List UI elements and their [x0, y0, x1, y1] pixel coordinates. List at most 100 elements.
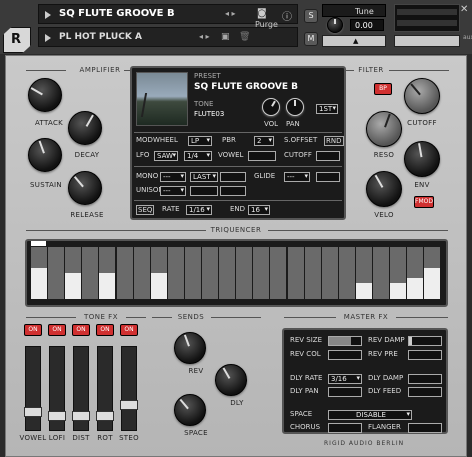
delete-icon[interactable]: 🗑	[239, 32, 250, 42]
tonefx-on-button[interactable]: ON	[72, 324, 90, 336]
tonefx-fader[interactable]	[96, 346, 114, 431]
glide-select[interactable]: ---	[284, 172, 310, 182]
chorus-field[interactable]	[328, 423, 362, 433]
tune-panel[interactable]: Tune	[322, 4, 386, 17]
fader-handle[interactable]	[48, 410, 66, 421]
mono-select[interactable]: ---	[160, 172, 186, 182]
tonefx-fader[interactable]	[120, 346, 138, 431]
env-knob[interactable]	[404, 141, 440, 177]
fader-handle[interactable]	[120, 399, 138, 410]
fmod-button[interactable]: FMOD	[414, 196, 434, 208]
trig-step[interactable]	[355, 247, 372, 299]
rev-damp-field[interactable]	[408, 336, 442, 346]
glide-field[interactable]	[316, 172, 340, 182]
close-icon[interactable]: ✕	[460, 4, 468, 15]
mute-button[interactable]: M	[304, 32, 318, 46]
unison-field-2[interactable]	[220, 186, 246, 196]
pan-knob[interactable]	[286, 98, 304, 116]
fader-handle[interactable]	[24, 407, 42, 417]
trig-step[interactable]	[31, 247, 48, 299]
unison-select[interactable]: ---	[160, 186, 186, 196]
release-knob[interactable]	[68, 171, 102, 205]
last-select[interactable]: LAST	[190, 172, 218, 182]
flanger-field[interactable]	[408, 423, 442, 433]
dly-rate-select[interactable]: 3/16	[328, 374, 362, 384]
space-select[interactable]: DISABLE	[328, 410, 412, 420]
trig-step[interactable]	[167, 247, 184, 299]
trig-step[interactable]	[338, 247, 355, 299]
dly-damp-field[interactable]	[408, 374, 442, 384]
trig-step[interactable]	[321, 247, 338, 299]
bp-button[interactable]: BP	[374, 83, 392, 95]
volume-slider[interactable]	[394, 35, 460, 47]
dly-pan-field[interactable]	[328, 387, 362, 397]
tonefx-fader[interactable]	[72, 346, 90, 431]
unison-field-1[interactable]	[190, 186, 218, 196]
tonefx-on-button[interactable]: ON	[96, 324, 114, 336]
info-icon[interactable]: ⓘ	[282, 8, 292, 23]
dly-send-knob[interactable]	[215, 364, 247, 396]
trig-step[interactable]	[407, 247, 424, 299]
lfo-rate-select[interactable]: 1/4	[184, 151, 212, 161]
tonefx-on-button[interactable]: ON	[48, 324, 66, 336]
trig-step[interactable]	[270, 247, 287, 299]
pan-slider[interactable]: ▲	[322, 35, 386, 47]
rev-col-field[interactable]	[328, 350, 362, 360]
end-select[interactable]: 16	[248, 205, 270, 215]
rev-pre-field[interactable]	[408, 350, 442, 360]
modwheel-select[interactable]: LP	[188, 136, 212, 146]
trig-step[interactable]	[82, 247, 99, 299]
vol-knob[interactable]	[262, 98, 280, 116]
trig-step[interactable]	[65, 247, 82, 299]
pbr-select[interactable]: 2	[254, 136, 274, 146]
lfo-shape-select[interactable]: SAW	[154, 151, 178, 161]
rev-send-knob[interactable]	[174, 332, 206, 364]
rnd-button[interactable]: RND	[324, 136, 344, 146]
triquencer-grid[interactable]	[25, 239, 448, 307]
decay-knob[interactable]	[68, 111, 102, 145]
sustain-knob[interactable]	[28, 138, 62, 172]
save-icon[interactable]: ▣	[221, 32, 230, 42]
trig-step[interactable]	[133, 247, 150, 299]
fader-handle[interactable]	[96, 410, 114, 421]
tonefx-on-button[interactable]: ON	[120, 324, 138, 336]
solo-button[interactable]: S	[304, 9, 318, 23]
expand-icon[interactable]	[45, 11, 51, 19]
expand-icon[interactable]	[45, 34, 51, 42]
bank-bar[interactable]: PL HOT PLUCK A ◂ ▸ ▣ 🗑	[38, 27, 298, 47]
tonefx-fader[interactable]	[24, 346, 42, 431]
rate-select[interactable]: 1/16	[186, 205, 212, 215]
trig-step[interactable]	[219, 247, 236, 299]
vowel-field[interactable]	[248, 151, 276, 161]
voice-mode-select[interactable]: 1ST	[316, 104, 338, 114]
reso-knob[interactable]	[366, 111, 402, 147]
camera-icon[interactable]: ◙	[257, 8, 267, 19]
cutoff-knob[interactable]	[404, 78, 440, 114]
cutoff-mod-field[interactable]	[316, 151, 340, 161]
trig-step[interactable]	[202, 247, 219, 299]
space-send-knob[interactable]	[174, 394, 206, 426]
trig-step[interactable]	[116, 247, 133, 299]
trig-step[interactable]	[184, 247, 201, 299]
trig-step[interactable]	[150, 247, 167, 299]
prev-next-arrows[interactable]: ◂ ▸	[199, 32, 210, 41]
trig-step[interactable]	[99, 247, 116, 299]
tune-field[interactable]: 0.00	[350, 19, 384, 31]
rev-size-field[interactable]	[328, 336, 362, 346]
dly-feed-field[interactable]	[408, 387, 442, 397]
trig-step[interactable]	[390, 247, 407, 299]
trig-step[interactable]	[424, 247, 441, 299]
purge-dropdown[interactable]: Purge	[255, 20, 278, 29]
velo-knob[interactable]	[366, 171, 402, 207]
mono-field[interactable]	[220, 172, 246, 182]
prev-next-arrows[interactable]: ◂ ▸	[225, 9, 236, 18]
tonefx-on-button[interactable]: ON	[24, 324, 42, 336]
trig-step[interactable]	[48, 247, 65, 299]
tonefx-fader[interactable]	[48, 346, 66, 431]
trig-step[interactable]	[236, 247, 253, 299]
trig-step[interactable]	[287, 247, 304, 299]
attack-knob[interactable]	[28, 78, 62, 112]
trig-step[interactable]	[304, 247, 321, 299]
trig-step[interactable]	[373, 247, 390, 299]
tune-knob[interactable]	[327, 17, 343, 33]
